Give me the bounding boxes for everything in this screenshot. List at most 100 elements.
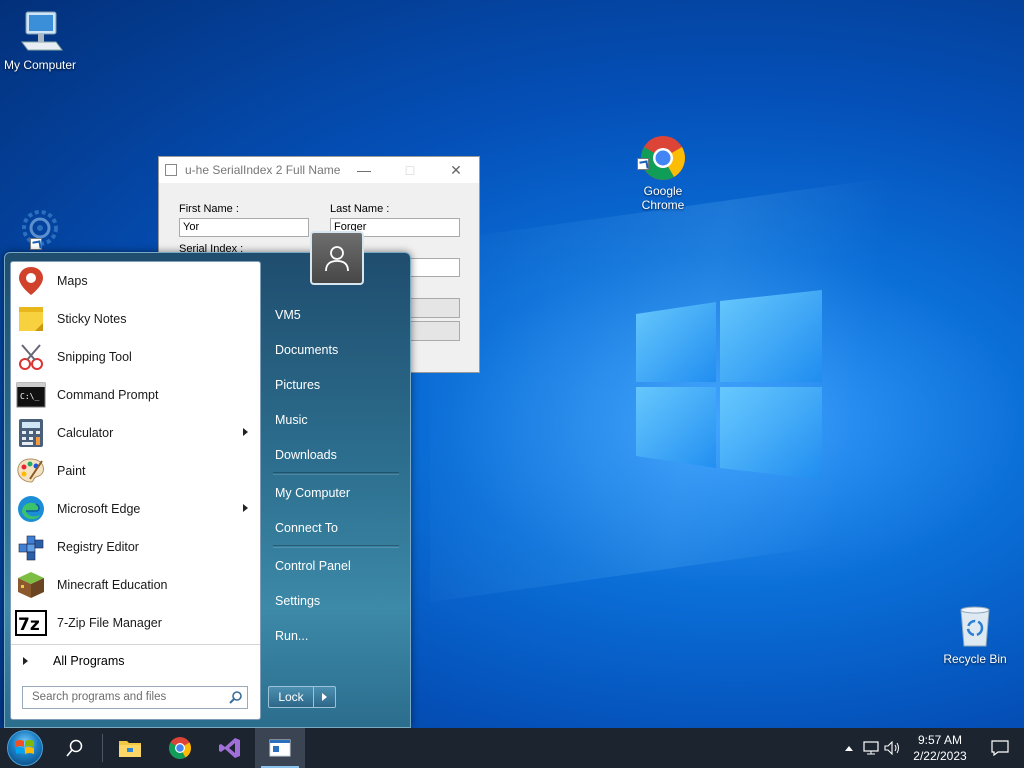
taskbar-file-explorer[interactable] — [105, 728, 155, 768]
window-app-icon — [269, 739, 291, 757]
close-button[interactable]: ✕ — [433, 157, 479, 183]
lock-button[interactable]: Lock — [268, 686, 314, 708]
program-item-registry-editor[interactable]: Registry Editor — [11, 528, 260, 566]
minimize-button[interactable]: — — [341, 157, 387, 183]
submenu-arrow-icon — [243, 428, 248, 436]
start-link-run[interactable]: Run... — [267, 618, 407, 653]
user-avatar[interactable] — [310, 231, 364, 285]
taskbar-chrome[interactable] — [155, 728, 205, 768]
chrome-icon — [637, 120, 687, 180]
start-link-connect-to[interactable]: Connect To — [267, 510, 407, 545]
search-icon — [229, 691, 242, 707]
all-programs-item[interactable]: All Programs — [11, 644, 260, 676]
desktop-icon-label: My Computer — [3, 58, 77, 72]
program-item-maps[interactable]: Maps — [11, 262, 260, 300]
program-label: Snipping Tool — [57, 350, 132, 364]
visual-studio-icon — [219, 738, 240, 758]
action-center-button[interactable] — [976, 728, 1024, 768]
desktop-icon-label: Google Chrome — [641, 184, 685, 212]
start-button[interactable] — [0, 728, 50, 768]
program-label: Registry Editor — [57, 540, 139, 554]
first-name-field[interactable]: Yor — [179, 218, 309, 237]
program-label: Calculator — [57, 426, 114, 440]
command-prompt-icon: C:\_ — [15, 379, 47, 411]
dialog-button[interactable] — [409, 321, 460, 341]
start-link-music[interactable]: Music — [267, 402, 407, 437]
snipping-tool-icon — [15, 341, 47, 373]
dialog-button[interactable] — [409, 298, 460, 318]
program-label: Command Prompt — [57, 388, 159, 402]
shortcut-arrow-icon — [30, 238, 42, 250]
start-search-input[interactable]: Search programs and files — [22, 686, 248, 709]
program-item-calculator[interactable]: Calculator — [11, 414, 260, 452]
program-list: Maps Sticky Notes Snipping Tool C:\_ Command… — [11, 262, 260, 642]
taskbar-search-button[interactable] — [50, 728, 100, 768]
taskbar: 9:57 AM 2/22/2023 — [0, 728, 1024, 768]
volume-icon[interactable] — [882, 728, 904, 768]
svg-text:7z: 7z — [18, 615, 40, 635]
windows-orb-icon — [7, 730, 43, 766]
program-item-sticky-notes[interactable]: Sticky Notes — [11, 300, 260, 338]
shutdown-options-button[interactable] — [314, 686, 336, 708]
start-link-user[interactable]: VM5 — [267, 297, 407, 332]
paint-icon — [15, 455, 47, 487]
start-link-my-computer[interactable]: My Computer — [267, 475, 407, 510]
start-link-documents[interactable]: Documents — [267, 332, 407, 367]
folder-icon — [119, 741, 141, 757]
start-link-pictures[interactable]: Pictures — [267, 367, 407, 402]
search-placeholder: Search programs and files — [32, 691, 167, 703]
maps-icon — [15, 265, 47, 297]
app-icon — [165, 164, 177, 176]
chevron-up-icon — [845, 746, 853, 751]
program-label: Minecraft Education — [57, 578, 168, 592]
dialog-title-bar[interactable]: u-he SerialIndex 2 Full Name — □ ✕ — [159, 157, 479, 183]
edge-icon — [15, 493, 47, 525]
program-label: 7-Zip File Manager — [57, 616, 162, 630]
desktop-icon-unknown-app[interactable] — [0, 204, 80, 254]
taskbar-serialindex-app[interactable] — [255, 728, 305, 768]
first-name-label: First Name : — [179, 203, 239, 215]
taskbar-visual-studio[interactable] — [205, 728, 255, 768]
windows-logo-wallpaper — [636, 290, 822, 480]
shortcut-arrow-icon — [637, 158, 649, 170]
program-item-minecraft-education[interactable]: Minecraft Education — [11, 566, 260, 604]
program-item-snipping-tool[interactable]: Snipping Tool — [11, 338, 260, 376]
dialog-title: u-he SerialIndex 2 Full Name — [185, 163, 341, 177]
desktop-icon-my-computer[interactable]: My Computer — [0, 8, 80, 72]
chrome-icon — [169, 737, 191, 759]
system-tray: 9:57 AM 2/22/2023 — [838, 728, 1024, 768]
show-hidden-icons-button[interactable] — [838, 728, 860, 768]
submenu-arrow-icon — [243, 504, 248, 512]
last-name-label: Last Name : — [330, 203, 390, 215]
serial-index-field[interactable] — [409, 258, 460, 277]
program-item-7-zip-file-manager[interactable]: 7z 7-Zip File Manager — [11, 604, 260, 642]
recycle-bin-icon — [951, 602, 999, 650]
all-programs-label: All Programs — [53, 653, 125, 668]
taskbar-clock[interactable]: 9:57 AM 2/22/2023 — [904, 732, 976, 764]
gear-icon — [16, 204, 64, 252]
start-menu-programs-pane: Maps Sticky Notes Snipping Tool C:\_ Command… — [10, 261, 261, 720]
clock-date: 2/22/2023 — [913, 749, 967, 763]
desktop-icon-recycle-bin[interactable]: Recycle Bin — [935, 602, 1015, 666]
notification-icon — [991, 740, 1009, 756]
clock-time: 9:57 AM — [917, 733, 963, 747]
desktop-icon-google-chrome[interactable]: Google Chrome — [623, 106, 703, 212]
taskbar-separator — [102, 734, 103, 762]
desktop-icon-label: Recycle Bin — [943, 652, 1007, 666]
program-item-microsoft-edge[interactable]: Microsoft Edge — [11, 490, 260, 528]
search-icon — [66, 739, 83, 757]
maximize-button[interactable]: □ — [387, 157, 433, 183]
minecraft-icon — [15, 569, 47, 601]
calculator-icon — [15, 417, 47, 449]
start-link-settings[interactable]: Settings — [267, 583, 407, 618]
computer-icon — [16, 8, 64, 56]
program-label: Sticky Notes — [57, 312, 127, 326]
network-icon[interactable] — [860, 728, 882, 768]
start-link-control-panel[interactable]: Control Panel — [267, 548, 407, 583]
7zip-icon: 7z — [15, 607, 47, 639]
svg-text:C:\_: C:\_ — [20, 392, 39, 401]
start-menu[interactable]: Maps Sticky Notes Snipping Tool C:\_ Command… — [4, 231, 411, 728]
program-item-command-prompt[interactable]: C:\_ Command Prompt — [11, 376, 260, 414]
program-item-paint[interactable]: Paint — [11, 452, 260, 490]
start-link-downloads[interactable]: Downloads — [267, 437, 407, 472]
